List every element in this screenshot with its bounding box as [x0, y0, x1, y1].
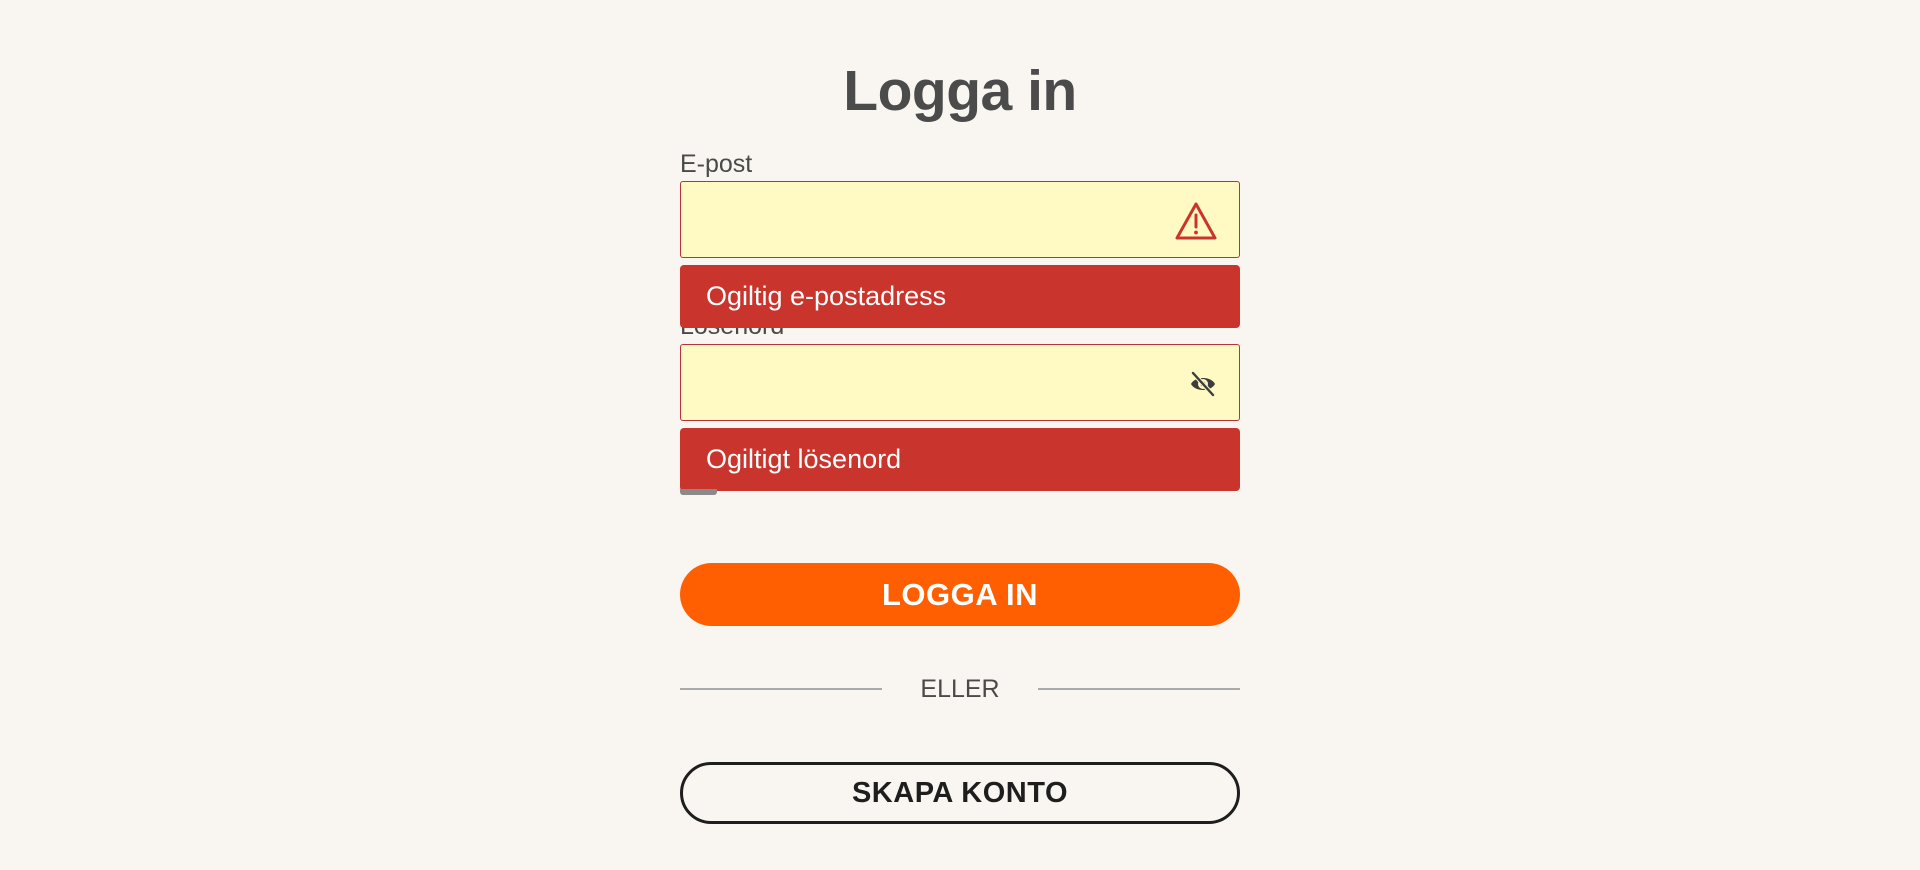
- password-field[interactable]: [681, 345, 1191, 420]
- email-field-container: [680, 181, 1240, 258]
- divider-line-right: [1038, 688, 1240, 690]
- eye-slash-icon[interactable]: [1189, 370, 1217, 398]
- remember-me-checkbox[interactable]: [680, 489, 717, 495]
- email-error-message: Ogiltig e-postadress: [680, 265, 1240, 328]
- login-button[interactable]: LOGGA IN: [680, 563, 1240, 626]
- password-field-container: [680, 344, 1240, 421]
- page-title: Logga in: [843, 59, 1077, 123]
- email-label: E-post: [680, 150, 753, 178]
- email-field[interactable]: [681, 182, 1191, 257]
- or-divider: ELLER: [680, 672, 1240, 706]
- create-account-button[interactable]: SKAPA KONTO: [680, 762, 1240, 824]
- warning-triangle-icon: [1175, 202, 1217, 240]
- password-error-message: Ogiltigt lösenord: [680, 428, 1240, 491]
